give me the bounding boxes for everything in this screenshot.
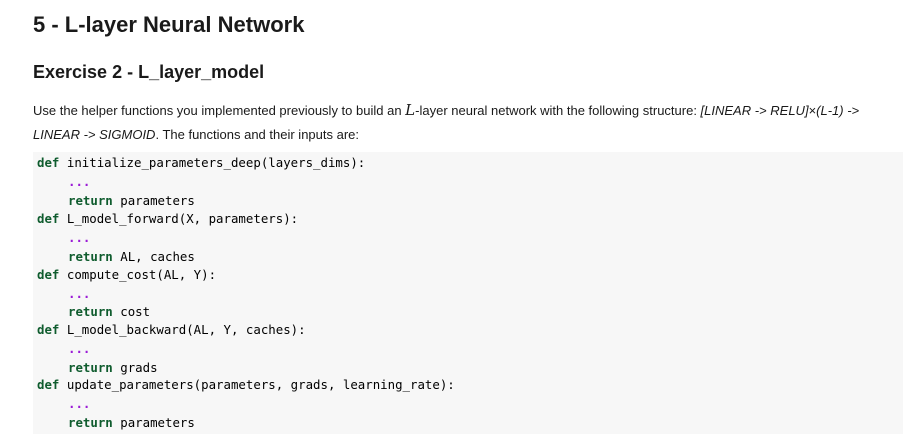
code-line-return: return grads (37, 359, 158, 377)
return-keyword: return (68, 360, 113, 375)
code-line-ellipsis: ... (37, 229, 90, 247)
code-line-def: def update_parameters(parameters, grads,… (37, 376, 455, 394)
function-signature: L_model_forward(X, parameters): (66, 211, 299, 226)
def-keyword: def (37, 155, 60, 170)
return-value: parameters (120, 193, 195, 208)
code-line-def: def L_model_forward(X, parameters): (37, 210, 298, 228)
return-value: cost (120, 304, 151, 319)
code-line-return: return cost (37, 303, 150, 321)
function-signature: update_parameters(parameters, grads, lea… (66, 377, 455, 392)
return-keyword: return (68, 415, 113, 430)
math-L: L (405, 101, 416, 119)
ellipsis: ... (68, 396, 91, 411)
def-keyword: def (37, 267, 60, 282)
return-value: parameters (120, 415, 195, 430)
section-heading: 5 - L-layer Neural Network (33, 12, 305, 37)
code-block: def initialize_parameters_deep(layers_di… (33, 152, 903, 434)
def-keyword: def (37, 211, 60, 226)
code-line-ellipsis: ... (37, 173, 90, 191)
ellipsis: ... (68, 230, 91, 245)
def-keyword: def (37, 322, 60, 337)
return-value: AL, caches (120, 249, 195, 264)
exercise-heading: Exercise 2 - L_layer_model (33, 62, 265, 82)
ellipsis: ... (68, 174, 91, 189)
code-line-def: def L_model_backward(AL, Y, caches): (37, 321, 306, 339)
return-keyword: return (68, 249, 113, 264)
code-line-ellipsis: ... (37, 285, 90, 303)
ellipsis: ... (68, 286, 91, 301)
code-line-ellipsis: ... (37, 340, 90, 358)
ellipsis: ... (68, 341, 91, 356)
def-keyword: def (37, 377, 60, 392)
code-line-return: return parameters (37, 414, 195, 432)
function-signature: initialize_parameters_deep(layers_dims): (66, 155, 366, 170)
code-line-def: def initialize_parameters_deep(layers_di… (37, 154, 365, 172)
function-signature: compute_cost(AL, Y): (66, 267, 217, 282)
code-line-def: def compute_cost(AL, Y): (37, 266, 216, 284)
return-keyword: return (68, 193, 113, 208)
intro-text-1: Use the helper functions you implemented… (33, 103, 406, 118)
code-line-ellipsis: ... (37, 395, 90, 413)
intro-text-3: . The functions and their inputs are: (155, 127, 360, 142)
structure-linear-relu: [LINEAR -> RELU] (700, 103, 809, 118)
return-keyword: return (68, 304, 113, 319)
code-line-return: return parameters (37, 192, 195, 210)
return-value: grads (120, 360, 158, 375)
code-line-return: return AL, caches (37, 248, 195, 266)
function-signature: L_model_backward(AL, Y, caches): (66, 322, 306, 337)
intro-paragraph: Use the helper functions you implemented… (33, 98, 899, 147)
intro-text-2: -layer neural network with the following… (415, 103, 701, 118)
